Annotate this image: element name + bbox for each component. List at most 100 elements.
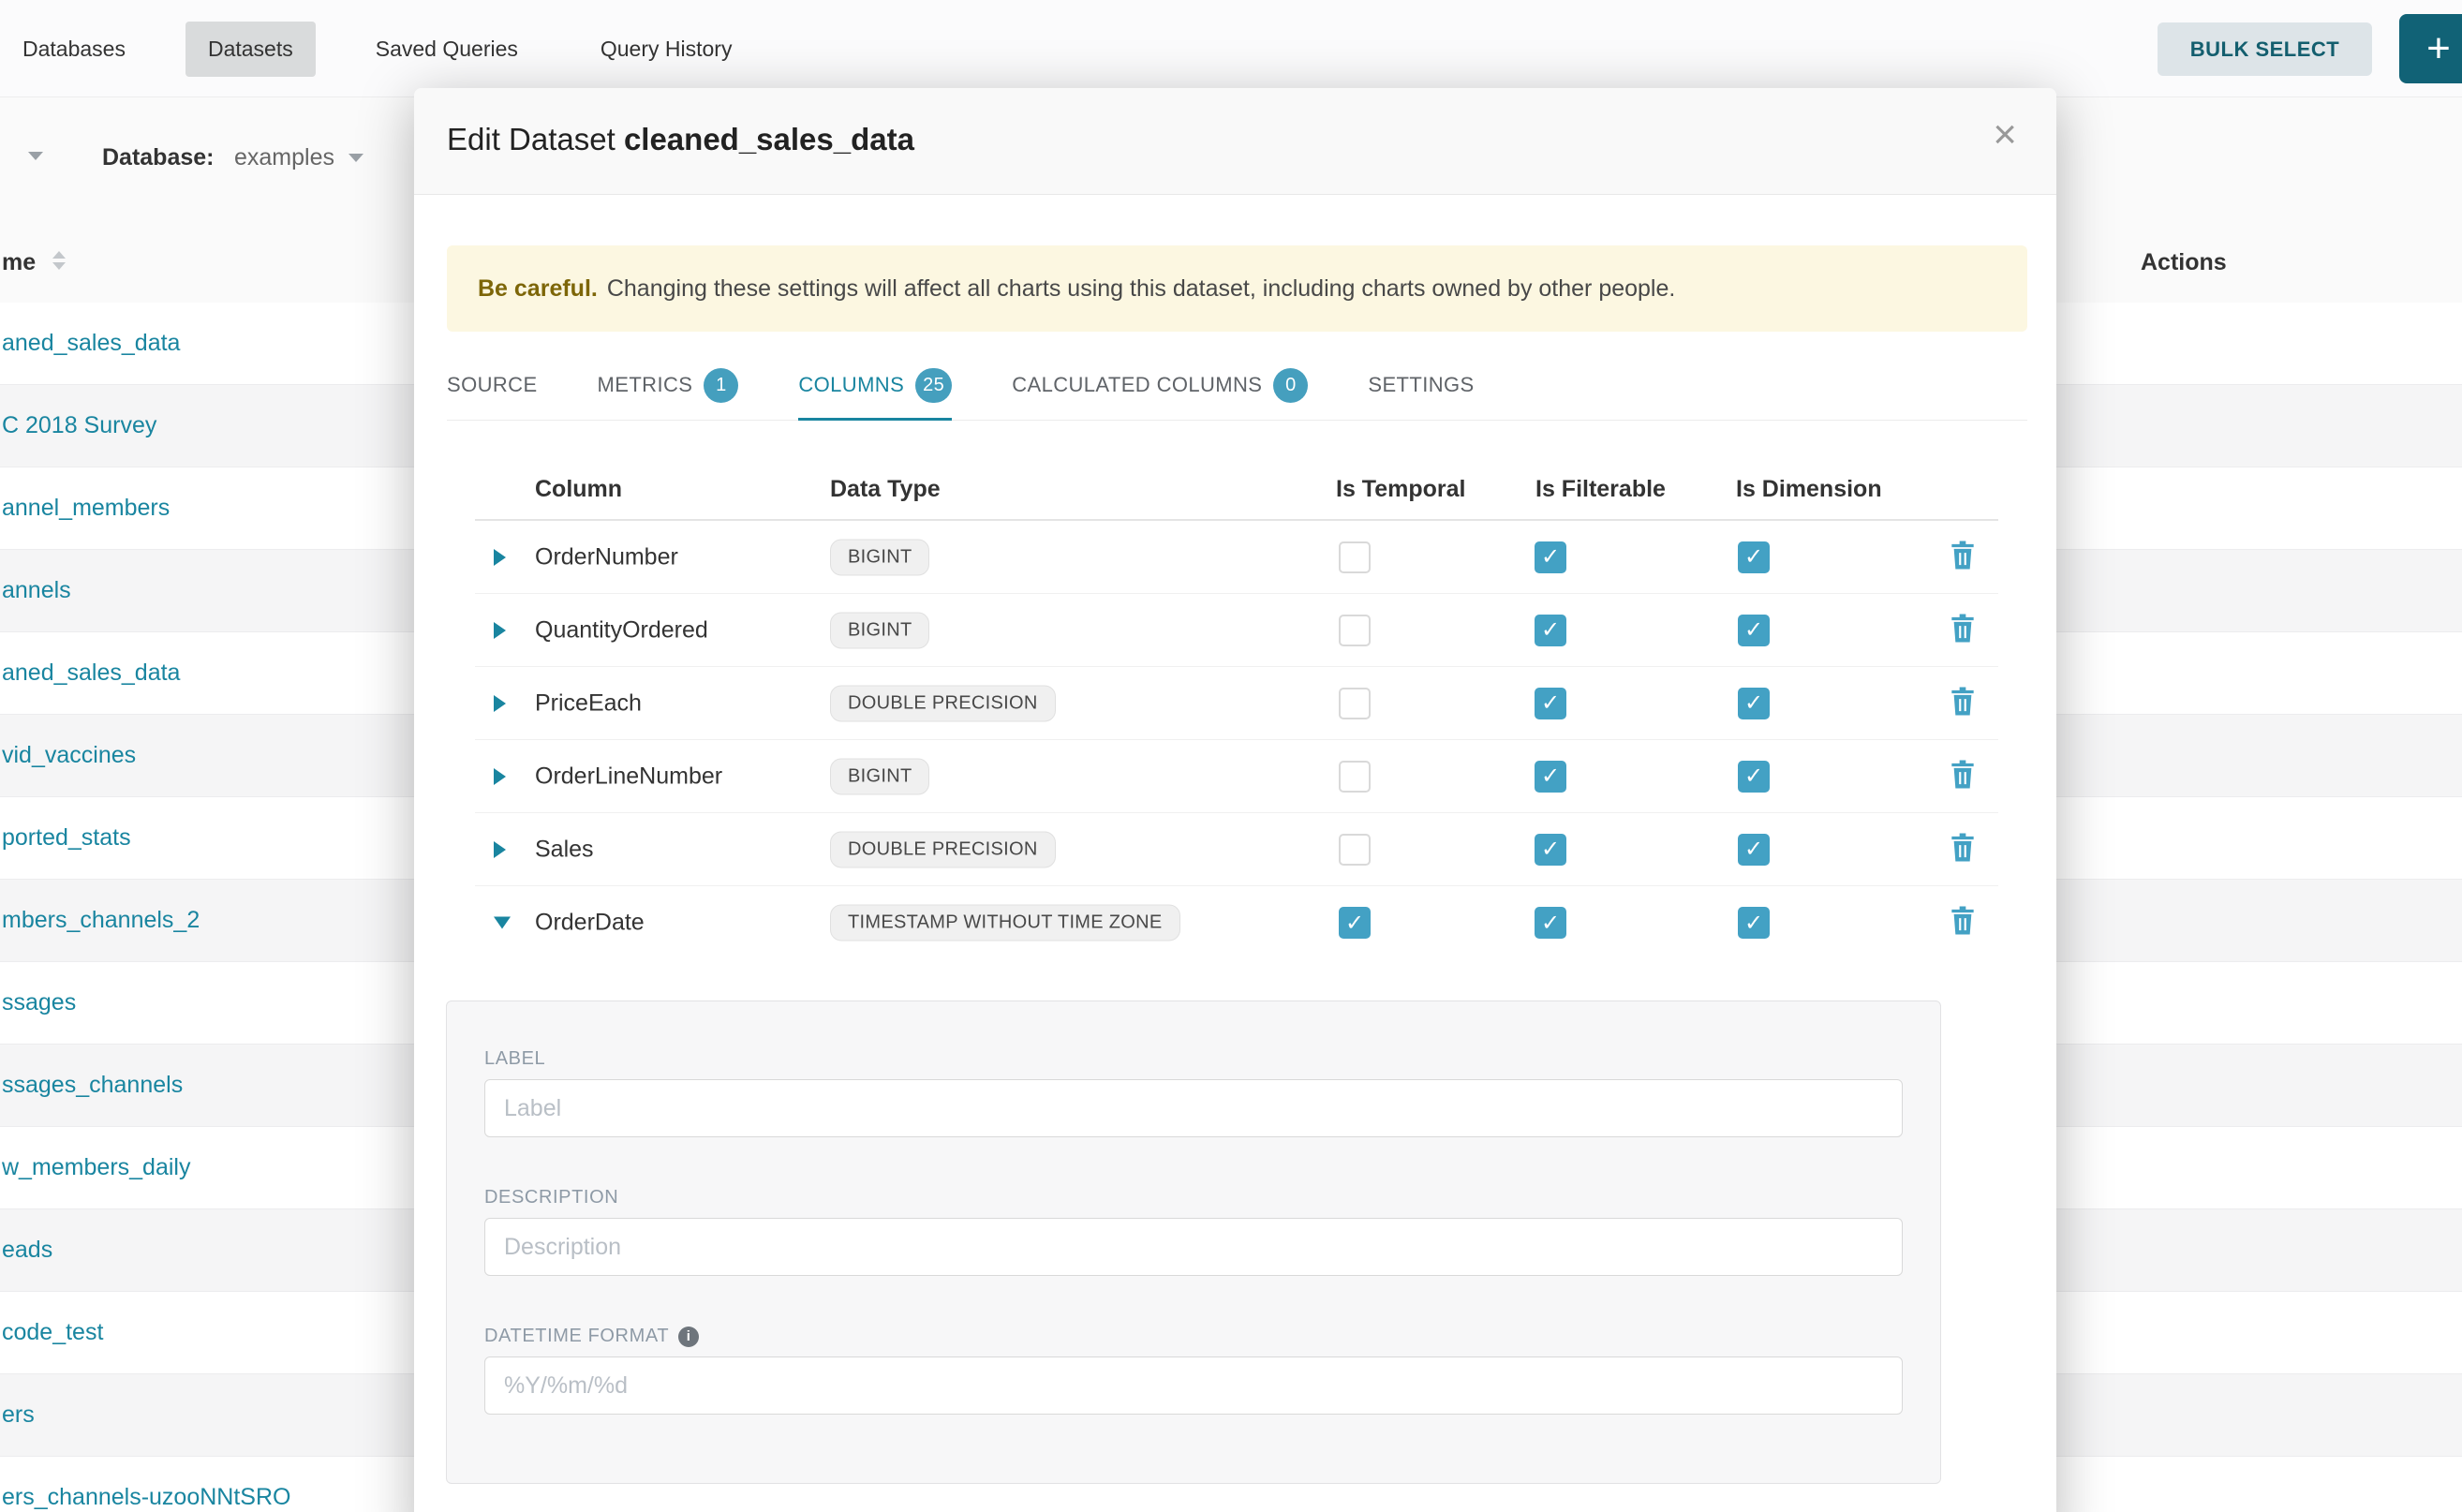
- is-filterable-checkbox[interactable]: [1535, 541, 1566, 573]
- column-name: OrderDate: [535, 910, 645, 937]
- modal-tab-settings[interactable]: SETTINGS: [1368, 350, 1474, 420]
- dataset-link[interactable]: vid_vaccines: [0, 742, 136, 769]
- columns-table-body: OrderNumber BIGINT QuantityOrdered BIGIN…: [475, 521, 1998, 959]
- dataset-link[interactable]: annels: [0, 577, 71, 604]
- data-type-pill: TIMESTAMP WITHOUT TIME ZONE: [830, 905, 1180, 941]
- tab-label: CALCULATED COLUMNS: [1012, 373, 1262, 397]
- warning-bold-text: Be careful.: [478, 275, 598, 303]
- column-detail-panel: LABEL DESCRIPTION DATETIME FORMAT i: [446, 1001, 1941, 1484]
- expand-caret-icon[interactable]: [494, 622, 506, 639]
- dataset-link[interactable]: ssages_channels: [0, 1072, 183, 1099]
- nav-tab-datasets[interactable]: Datasets: [185, 22, 316, 77]
- is-temporal-checkbox[interactable]: [1339, 834, 1371, 866]
- columns-table-header: Column Data Type Is Temporal Is Filterab…: [475, 461, 1998, 521]
- is-temporal-checkbox[interactable]: [1339, 615, 1371, 646]
- dataset-link[interactable]: mbers_channels_2: [0, 907, 200, 934]
- column-name: PriceEach: [535, 689, 642, 717]
- is-filterable-checkbox[interactable]: [1535, 907, 1566, 939]
- chevron-down-icon[interactable]: [28, 152, 43, 160]
- is-temporal-checkbox[interactable]: [1339, 688, 1371, 719]
- database-filter-label: Database:: [102, 144, 215, 171]
- is-filterable-checkbox[interactable]: [1535, 615, 1566, 646]
- is-dimension-checkbox[interactable]: [1738, 834, 1770, 866]
- delete-column-icon[interactable]: [1950, 760, 1976, 793]
- tab-label: COLUMNS: [798, 373, 904, 397]
- chevron-down-icon[interactable]: [349, 154, 363, 162]
- dataset-link[interactable]: ported_stats: [0, 824, 131, 852]
- dataset-link[interactable]: code_test: [0, 1319, 103, 1346]
- database-filter-value[interactable]: examples: [234, 144, 334, 171]
- modal-tab-columns[interactable]: COLUMNS 25: [798, 350, 952, 420]
- column-row: OrderNumber BIGINT: [475, 521, 1998, 594]
- nav-tab-saved-queries[interactable]: Saved Queries: [353, 22, 541, 77]
- nav-tab-query-history[interactable]: Query History: [578, 22, 755, 77]
- name-column-header[interactable]: me: [2, 249, 36, 276]
- is-dimension-checkbox[interactable]: [1738, 761, 1770, 793]
- description-field-label: DESCRIPTION: [484, 1187, 1903, 1208]
- expand-caret-icon[interactable]: [494, 768, 506, 785]
- is-dimension-checkbox[interactable]: [1738, 688, 1770, 719]
- is-filterable-checkbox[interactable]: [1535, 688, 1566, 719]
- dataset-link[interactable]: w_members_daily: [0, 1154, 190, 1181]
- is-temporal-checkbox[interactable]: [1339, 541, 1371, 573]
- dataset-link[interactable]: ssages: [0, 989, 76, 1016]
- delete-column-icon[interactable]: [1950, 541, 1976, 573]
- dataset-link[interactable]: annel_members: [0, 495, 170, 522]
- warning-text: Changing these settings will affect all …: [607, 275, 1676, 303]
- header-is-dimension: Is Dimension: [1736, 476, 1882, 503]
- delete-column-icon[interactable]: [1950, 907, 1976, 940]
- info-icon[interactable]: i: [678, 1327, 699, 1347]
- expand-caret-icon[interactable]: [494, 695, 506, 712]
- modal-tabs: SOURCE METRICS 1 COLUMNS 25 CALCULATED C…: [447, 350, 2027, 421]
- expand-caret-icon[interactable]: [494, 917, 511, 929]
- sort-icons[interactable]: [52, 251, 66, 270]
- header-is-temporal: Is Temporal: [1336, 476, 1465, 503]
- modal-tab-source[interactable]: SOURCE: [447, 350, 538, 420]
- dataset-link[interactable]: eads: [0, 1237, 52, 1264]
- delete-column-icon[interactable]: [1950, 614, 1976, 646]
- delete-column-icon[interactable]: [1950, 833, 1976, 866]
- nav-tab-databases[interactable]: Databases: [0, 22, 148, 77]
- expand-caret-icon[interactable]: [494, 841, 506, 858]
- is-filterable-checkbox[interactable]: [1535, 761, 1566, 793]
- is-filterable-checkbox[interactable]: [1535, 834, 1566, 866]
- close-icon[interactable]: ×: [1993, 114, 2017, 156]
- data-type-pill: BIGINT: [830, 758, 929, 794]
- delete-column-icon[interactable]: [1950, 687, 1976, 719]
- tab-label: SETTINGS: [1368, 373, 1474, 397]
- label-input[interactable]: [484, 1079, 1903, 1137]
- tab-label: SOURCE: [447, 373, 538, 397]
- dataset-link[interactable]: C 2018 Survey: [0, 412, 156, 439]
- dataset-link[interactable]: ers: [0, 1401, 35, 1429]
- modal-title: Edit Dataset cleaned_sales_data: [447, 122, 914, 157]
- modal-tab-metrics[interactable]: METRICS 1: [598, 350, 739, 420]
- is-dimension-checkbox[interactable]: [1738, 615, 1770, 646]
- column-row: Sales DOUBLE PRECISION: [475, 813, 1998, 886]
- dataset-link[interactable]: aned_sales_data: [0, 660, 180, 687]
- data-type-pill: DOUBLE PRECISION: [830, 831, 1056, 867]
- tab-count-badge: 0: [1273, 368, 1308, 403]
- is-dimension-checkbox[interactable]: [1738, 907, 1770, 939]
- datetime-format-field-label: DATETIME FORMAT i: [484, 1326, 1903, 1347]
- modal-tab-calculated-columns[interactable]: CALCULATED COLUMNS 0: [1012, 350, 1308, 420]
- tab-label: METRICS: [598, 373, 693, 397]
- header-column: Column: [535, 476, 622, 503]
- description-input[interactable]: [484, 1218, 1903, 1276]
- bulk-select-button[interactable]: BULK SELECT: [2158, 22, 2372, 76]
- sort-asc-icon: [52, 251, 66, 259]
- is-temporal-checkbox[interactable]: [1339, 907, 1371, 939]
- is-temporal-checkbox[interactable]: [1339, 761, 1371, 793]
- modal-header: Edit Dataset cleaned_sales_data ×: [414, 88, 2056, 195]
- dataset-link[interactable]: aned_sales_data: [0, 330, 180, 357]
- header-data-type: Data Type: [830, 476, 941, 503]
- header-is-filterable: Is Filterable: [1535, 476, 1666, 503]
- expand-caret-icon[interactable]: [494, 549, 506, 566]
- datetime-format-input[interactable]: [484, 1356, 1903, 1415]
- column-name: OrderLineNumber: [535, 763, 722, 790]
- is-dimension-checkbox[interactable]: [1738, 541, 1770, 573]
- dataset-link[interactable]: ers_channels-uzooNNtSRO: [0, 1484, 290, 1511]
- tab-count-badge: 25: [915, 368, 952, 403]
- column-row: QuantityOrdered BIGINT: [475, 594, 1998, 667]
- add-dataset-button[interactable]: +: [2399, 14, 2462, 83]
- column-name: OrderNumber: [535, 543, 678, 571]
